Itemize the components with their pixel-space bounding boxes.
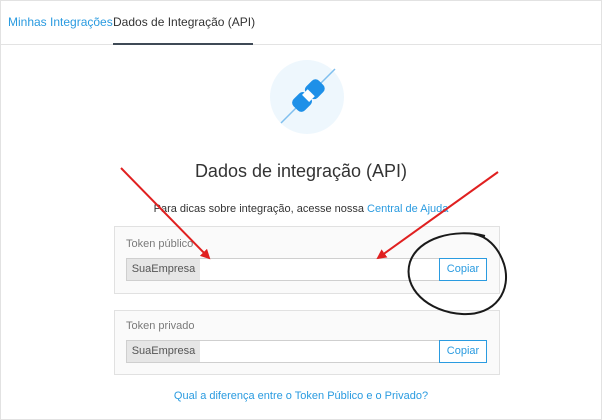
token-difference-link[interactable]: Qual a diferença entre o Token Público e… [1,390,601,402]
integration-link-icon [270,60,344,134]
private-token-input[interactable] [200,340,447,363]
help-text: Para dicas sobre integração, acesse noss… [1,203,601,215]
public-token-label: Token público [126,238,194,250]
public-token-input[interactable] [200,258,447,281]
help-text-prefix: Para dicas sobre integração, acesse noss… [153,203,368,215]
integration-panel: Minhas Integrações Dados de Integração (… [0,0,602,420]
private-token-label: Token privado [126,320,195,332]
tab-dados-integracao-api[interactable]: Dados de Integração (API) [113,1,255,45]
public-token-company-addon: SuaEmpresa [126,258,201,281]
tab-minhas-integracoes[interactable]: Minhas Integrações [8,1,113,44]
public-token-box: Token público SuaEmpresa Copiar [114,226,500,294]
copy-public-token-button[interactable]: Copiar [439,258,487,281]
copy-private-token-button[interactable]: Copiar [439,340,487,363]
private-token-company-addon: SuaEmpresa [126,340,201,363]
private-token-box: Token privado SuaEmpresa Copiar [114,310,500,375]
tab-bar: Minhas Integrações Dados de Integração (… [1,1,601,45]
page-title: Dados de integração (API) [194,161,408,181]
help-center-link[interactable]: Central de Ajuda [367,203,448,215]
